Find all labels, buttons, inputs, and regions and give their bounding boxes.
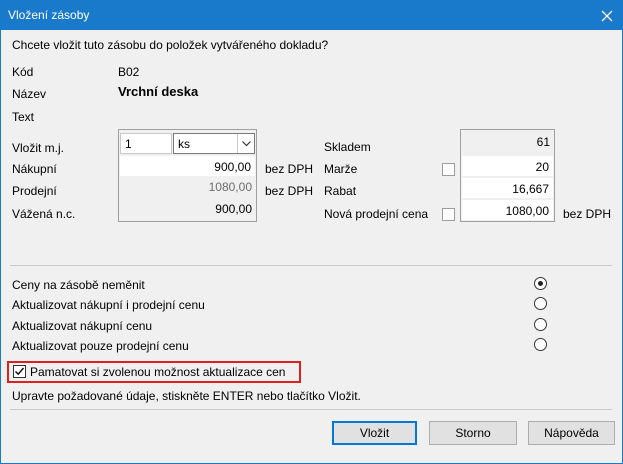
close-icon bbox=[601, 10, 613, 21]
nova-cena-checkbox[interactable] bbox=[442, 208, 455, 221]
rabat-input[interactable]: 16,667 bbox=[462, 178, 553, 198]
prodejni-label: Prodejní bbox=[12, 184, 57, 198]
nazev-label: Název bbox=[12, 87, 47, 101]
bez-dph-label-2: bez DPH bbox=[265, 184, 314, 198]
kod-label: Kód bbox=[12, 65, 34, 79]
napoveda-button[interactable]: Nápověda bbox=[528, 421, 615, 445]
text-label: Text bbox=[12, 110, 35, 124]
marze-label: Marže bbox=[324, 162, 358, 176]
nova-prodejni-cena-input[interactable]: 1080,00 bbox=[462, 200, 553, 220]
close-button[interactable] bbox=[592, 1, 622, 30]
title-bar: Vložení zásoby bbox=[1, 1, 622, 30]
unit-dropdown-button[interactable] bbox=[237, 134, 254, 153]
unit-select[interactable]: ks bbox=[173, 133, 255, 154]
separator-bottom bbox=[10, 409, 612, 410]
nakupni-label: Nákupní bbox=[12, 162, 57, 176]
vlozit-mj-label: Vložit m.j. bbox=[12, 141, 65, 155]
rabat-label: Rabat bbox=[324, 184, 357, 198]
option-label-3[interactable]: Aktualizovat pouze prodejní cenu bbox=[12, 339, 189, 353]
vlozit-button[interactable]: Vložit bbox=[332, 421, 417, 445]
option-label-2[interactable]: Aktualizovat nákupní cenu bbox=[12, 319, 152, 333]
prodejni-value: 1080,00 bbox=[208, 180, 252, 194]
marze-input[interactable]: 20 bbox=[462, 156, 553, 176]
vazena-nc-value: 900,00 bbox=[215, 202, 252, 216]
nova-prodejni-cena-label: Nová prodejní cena bbox=[324, 207, 429, 221]
option-label-0[interactable]: Ceny na zásobě neměnit bbox=[12, 278, 145, 292]
remember-label[interactable]: Pamatovat si zvolenou možnost aktualizac… bbox=[30, 365, 285, 379]
checkmark-icon bbox=[14, 367, 25, 376]
option-radio-3[interactable] bbox=[534, 338, 547, 351]
marze-checkbox[interactable] bbox=[442, 163, 455, 176]
nazev-value: Vrchní deska bbox=[118, 84, 199, 99]
storno-button[interactable]: Storno bbox=[429, 421, 517, 445]
option-radio-0[interactable] bbox=[534, 277, 547, 290]
window-title: Vložení zásoby bbox=[8, 8, 90, 22]
hint-text: Upravte požadované údaje, stiskněte ENTE… bbox=[12, 389, 361, 403]
separator-top bbox=[10, 265, 612, 266]
bez-dph-label-3: bez DPH bbox=[563, 207, 612, 221]
dialog-window: Vložení zásoby Chcete vložit tuto zásobu… bbox=[0, 0, 623, 464]
skladem-value: 61 bbox=[536, 135, 550, 149]
skladem-label: Skladem bbox=[324, 140, 371, 154]
option-label-1[interactable]: Aktualizovat nákupní i prodejní cenu bbox=[12, 298, 205, 312]
option-radio-2[interactable] bbox=[534, 318, 547, 331]
vazena-nc-label: Vážená n.c. bbox=[12, 207, 76, 221]
kod-value: B02 bbox=[118, 65, 140, 79]
chevron-down-icon bbox=[241, 140, 251, 146]
question-text: Chcete vložit tuto zásobu do položek vyt… bbox=[12, 38, 329, 52]
remember-checkbox[interactable] bbox=[13, 365, 26, 378]
option-radio-1[interactable] bbox=[534, 297, 547, 310]
quantity-input[interactable]: 1 bbox=[120, 133, 172, 154]
bez-dph-label-1: bez DPH bbox=[265, 162, 314, 176]
nakupni-input[interactable]: 900,00 bbox=[120, 156, 255, 176]
